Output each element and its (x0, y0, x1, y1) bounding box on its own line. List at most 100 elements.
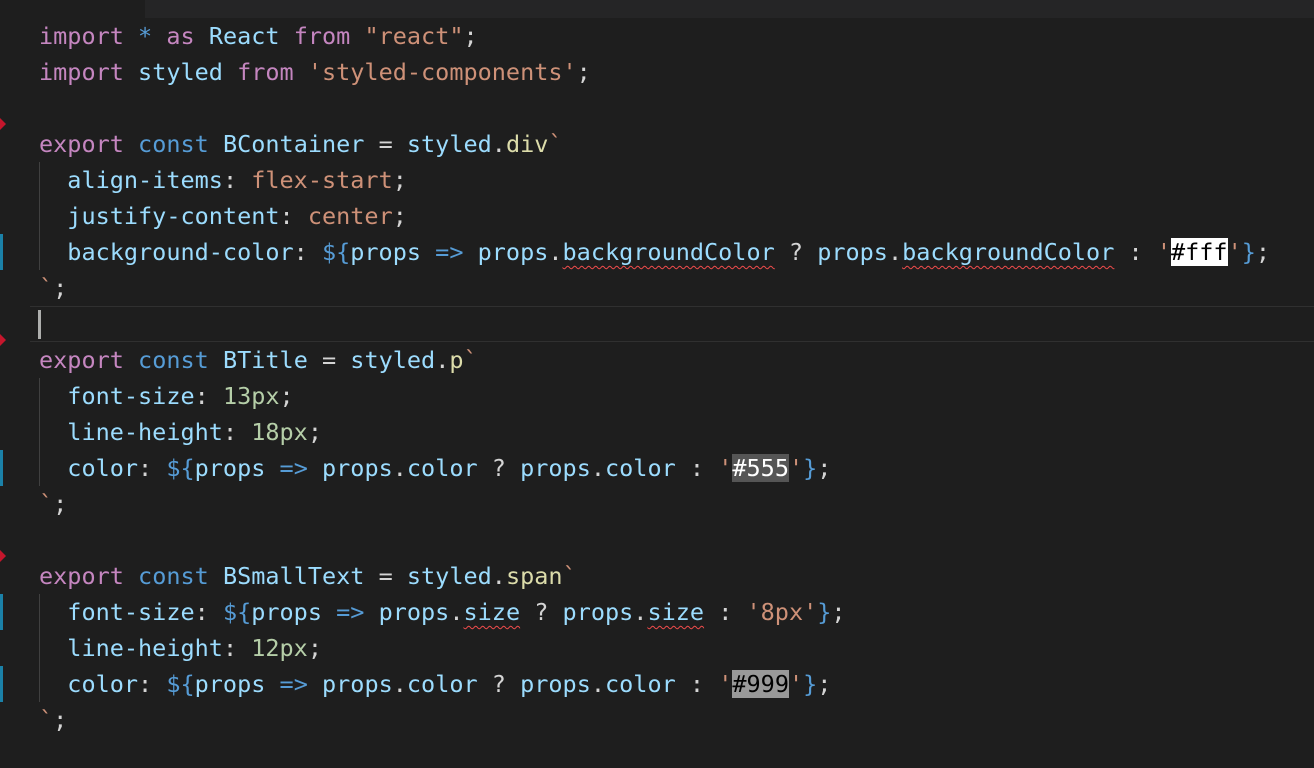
fold-marker-icon[interactable] (0, 550, 6, 562)
code-token: : (222, 634, 252, 662)
code-token: : (675, 454, 719, 482)
code-line[interactable]: `; (39, 702, 1270, 738)
code-token: ` (463, 346, 478, 374)
code-token: ; (392, 166, 407, 194)
code-token: React (208, 22, 280, 50)
indent-guide (39, 594, 40, 630)
code-token: : (222, 166, 252, 194)
code-token: . (491, 562, 506, 590)
code-token: = (364, 562, 407, 590)
code-line[interactable] (39, 306, 1270, 342)
code-line[interactable]: line-height: 18px; (39, 414, 1270, 450)
code-token: ; (53, 706, 68, 734)
editor-tab-bar-edge (145, 0, 1314, 18)
code-token: BTitle (222, 346, 308, 374)
code-token: font-size (67, 382, 195, 410)
code-token: . (590, 670, 606, 698)
code-token: : (279, 202, 308, 230)
code-token: props (817, 238, 888, 266)
code-token: * (138, 22, 153, 50)
code-token: => (435, 238, 464, 266)
code-line[interactable]: font-size: 13px; (39, 378, 1270, 414)
indent-guide (39, 666, 40, 702)
modified-line-indicator (0, 234, 3, 270)
code-line[interactable]: align-items: flex-start; (39, 162, 1270, 198)
code-line[interactable]: justify-content: center; (39, 198, 1270, 234)
code-token: props (378, 598, 450, 626)
code-token: div (505, 130, 549, 158)
indent-guide (39, 234, 40, 270)
code-token: import (39, 22, 124, 50)
code-token: color (406, 454, 478, 482)
code-token: ' (718, 454, 733, 482)
code-line[interactable]: color: ${props => props.color ? props.co… (39, 450, 1270, 486)
code-line[interactable]: export const BTitle = styled.p` (39, 342, 1270, 378)
code-token: #fff (1170, 238, 1228, 266)
code-line[interactable]: import * as React from "react"; (39, 18, 1270, 54)
code-token: font-size (67, 598, 195, 626)
code-token: backgroundColor (902, 238, 1115, 266)
code-token: ` (39, 706, 54, 734)
code-token: justify-content (67, 202, 280, 230)
fold-marker-icon[interactable] (0, 334, 6, 346)
code-token: ' (1227, 238, 1242, 266)
code-line[interactable]: `; (39, 270, 1270, 306)
code-token: export (39, 562, 124, 590)
code-token: ${ (222, 598, 252, 626)
code-token: ? (477, 670, 521, 698)
code-line[interactable]: color: ${props => props.color ? props.co… (39, 666, 1270, 702)
code-token: props (322, 670, 393, 698)
code-line[interactable]: export const BSmallText = styled.span` (39, 558, 1270, 594)
code-line[interactable] (39, 522, 1270, 558)
code-token: const (138, 562, 209, 590)
code-line[interactable] (39, 90, 1270, 126)
code-token: : (194, 382, 223, 410)
code-token: BSmallText (222, 562, 365, 590)
indent-guide (39, 198, 40, 234)
code-line[interactable]: import styled from 'styled-components'; (39, 54, 1270, 90)
code-line[interactable]: `; (39, 486, 1270, 522)
code-line[interactable]: font-size: ${props => props.size ? props… (39, 594, 1270, 630)
code-token: : (704, 598, 747, 626)
code-token: ; (307, 634, 322, 662)
code-token: ' (718, 670, 733, 698)
code-line[interactable]: export const BContainer = styled.div` (39, 126, 1270, 162)
code-line[interactable]: background-color: ${props => props.backg… (39, 234, 1270, 270)
indent-guide (39, 630, 40, 666)
code-token: color (67, 670, 139, 698)
code-token: "react" (364, 22, 464, 50)
code-token: backgroundColor (562, 238, 775, 266)
code-token: 12px (251, 634, 308, 662)
code-token: const (138, 130, 209, 158)
code-token: color (605, 670, 676, 698)
code-line[interactable]: line-height: 12px; (39, 630, 1270, 666)
code-token: } (1241, 238, 1256, 266)
code-token: : (138, 454, 167, 482)
code-token: color (67, 454, 139, 482)
indent-guide (39, 414, 40, 450)
fold-marker-icon[interactable] (0, 118, 6, 130)
code-token: . (392, 670, 407, 698)
code-token: styled (406, 130, 492, 158)
code-token: line-height (67, 418, 223, 446)
code-editor[interactable]: import * as React from "react"; import st… (39, 18, 1270, 738)
code-token: : (293, 238, 322, 266)
code-token: ` (39, 274, 54, 302)
code-token: align-items (67, 166, 223, 194)
